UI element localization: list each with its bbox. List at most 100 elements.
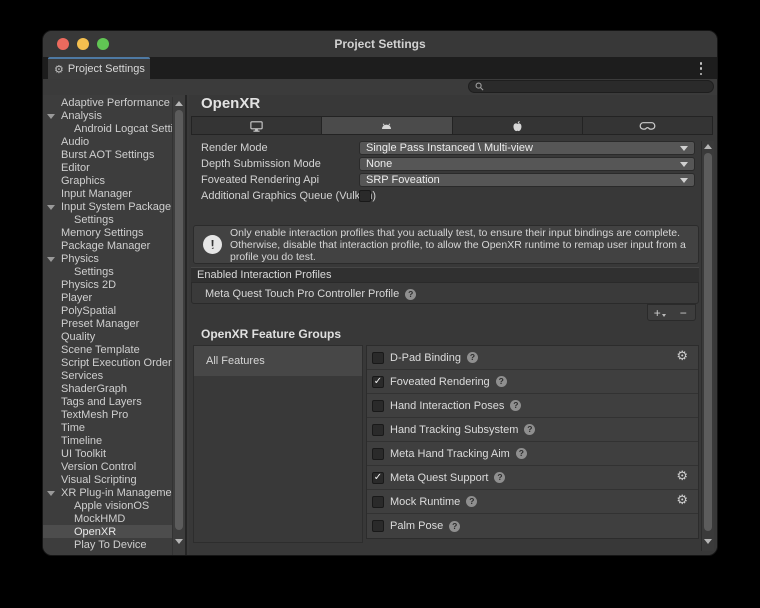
feature-settings-gear-icon[interactable]: ⚙ (676, 494, 688, 507)
foldout-triangle-icon[interactable] (47, 257, 55, 262)
foveated-rendering-api-dropdown[interactable]: SRP Foveation (359, 173, 695, 187)
sidebar-item[interactable]: MockHMD (43, 512, 172, 525)
features-list: D-Pad Binding ? ⚙ ✓ Foveated Rendering ?… (366, 345, 699, 539)
search-icon (475, 82, 484, 91)
dropdown-caret-icon (680, 146, 688, 151)
feature-label: Meta Quest Support (390, 472, 488, 484)
sidebar-item[interactable]: Editor (43, 161, 172, 174)
search-input[interactable] (488, 81, 707, 92)
kebab-menu-icon[interactable] (697, 62, 705, 75)
sidebar-item[interactable]: Audio (43, 135, 172, 148)
sidebar-item[interactable]: ShaderGraph (43, 382, 172, 395)
tab-platform-pc[interactable] (192, 117, 322, 134)
remove-profile-button[interactable]: − (672, 305, 696, 320)
sidebar-item[interactable]: Version Control (43, 460, 172, 473)
sidebar-item[interactable]: Android Logcat Settings (43, 122, 172, 135)
foldout-triangle-icon[interactable] (47, 491, 55, 496)
sidebar-item[interactable]: Input Manager (43, 187, 172, 200)
tab-project-settings[interactable]: ⚙ Project Settings (48, 57, 150, 79)
openxr-settings-panel: OpenXR (189, 95, 718, 556)
feature-checkbox[interactable] (372, 448, 384, 460)
sidebar-item-label: Script Execution Order (43, 357, 172, 369)
add-profile-button[interactable]: + (648, 305, 672, 320)
sidebar-item[interactable]: Player (43, 291, 172, 304)
foldout-triangle-icon[interactable] (47, 205, 55, 210)
feature-settings-gear-icon[interactable]: ⚙ (676, 470, 688, 483)
help-icon[interactable]: ? (467, 352, 478, 363)
feature-checkbox[interactable]: ✓ (372, 472, 384, 484)
feature-settings-gear-icon[interactable]: ⚙ (676, 350, 688, 363)
sidebar-item[interactable]: Physics 2D (43, 278, 172, 291)
panel-scroll-thumb[interactable] (704, 153, 712, 531)
sidebar-item[interactable]: Tags and Layers (43, 395, 172, 408)
sidebar-item[interactable]: Adaptive Performance (43, 96, 172, 109)
sidebar-item[interactable]: Quality (43, 330, 172, 343)
sidebar-item[interactable]: Input System Package (43, 200, 172, 213)
scroll-up-icon[interactable] (175, 101, 183, 106)
sidebar-item[interactable]: XR Plug-in Management (43, 486, 172, 499)
feature-label: Mock Runtime (390, 496, 460, 508)
sidebar-item[interactable]: Timeline (43, 434, 172, 447)
feature-checkbox[interactable]: ✓ (372, 376, 384, 388)
help-icon[interactable]: ? (516, 448, 527, 459)
sidebar-item-label: Input Manager (43, 188, 132, 200)
sidebar-item[interactable]: Settings (43, 265, 172, 278)
scroll-down-icon[interactable] (175, 539, 183, 544)
interaction-profile-row[interactable]: Meta Quest Touch Pro Controller Profile … (192, 283, 698, 305)
sidebar-item[interactable]: Visual Scripting (43, 473, 172, 486)
help-icon[interactable]: ? (466, 496, 477, 507)
render-mode-dropdown[interactable]: Single Pass Instanced \ Multi-view (359, 141, 695, 155)
group-label: All Features (206, 355, 265, 367)
sidebar-item[interactable]: Graphics (43, 174, 172, 187)
scroll-down-icon[interactable] (704, 539, 712, 544)
depth-submission-dropdown[interactable]: None (359, 157, 695, 171)
help-icon[interactable]: ? (510, 400, 521, 411)
search-field[interactable] (468, 80, 714, 93)
sidebar-item-label: Android Logcat Settings (43, 123, 172, 135)
help-icon[interactable]: ? (494, 472, 505, 483)
sidebar-item-label: Play To Device (43, 539, 147, 551)
help-icon[interactable]: ? (496, 376, 507, 387)
tab-platform-apple[interactable] (453, 117, 583, 134)
additional-graphics-queue-checkbox[interactable] (359, 190, 371, 202)
sidebar-item[interactable]: Time (43, 421, 172, 434)
foldout-triangle-icon[interactable] (47, 114, 55, 119)
sidebar-item[interactable]: OpenXR (43, 525, 172, 538)
sidebar-item-label: OpenXR (43, 526, 116, 538)
feature-checkbox[interactable] (372, 352, 384, 364)
tab-platform-android[interactable] (322, 117, 452, 134)
scroll-up-icon[interactable] (704, 144, 712, 149)
monitor-icon (249, 119, 264, 133)
sidebar-item[interactable]: PolySpatial (43, 304, 172, 317)
sidebar-item[interactable]: Burst AOT Settings (43, 148, 172, 161)
sidebar-item-label: Settings (43, 266, 114, 278)
sidebar-item[interactable]: Physics (43, 252, 172, 265)
feature-checkbox[interactable] (372, 496, 384, 508)
sidebar-item[interactable]: UI Toolkit (43, 447, 172, 460)
sidebar-item[interactable]: Apple visionOS (43, 499, 172, 512)
feature-checkbox[interactable] (372, 424, 384, 436)
help-icon[interactable]: ? (524, 424, 535, 435)
sidebar-item[interactable]: TextMesh Pro (43, 408, 172, 421)
sidebar-item[interactable]: Settings (43, 213, 172, 226)
sidebar-scroll-thumb[interactable] (175, 110, 183, 530)
title-bar[interactable]: Project Settings (43, 31, 717, 57)
section-header-interaction-profiles[interactable]: Enabled Interaction Profiles (191, 267, 699, 282)
help-icon[interactable]: ? (405, 289, 416, 300)
feature-checkbox[interactable] (372, 520, 384, 532)
settings-toolbar (43, 79, 717, 95)
sidebar-item[interactable]: Analysis (43, 109, 172, 122)
panel-scrollbar[interactable] (701, 141, 714, 551)
sidebar-scrollbar[interactable] (172, 97, 185, 555)
help-icon[interactable]: ? (449, 521, 460, 532)
tab-platform-vr[interactable] (583, 117, 712, 134)
sidebar-item[interactable]: Package Manager (43, 239, 172, 252)
sidebar-item[interactable]: Play To Device (43, 538, 172, 551)
sidebar-item[interactable]: Scene Template (43, 343, 172, 356)
feature-checkbox[interactable] (372, 400, 384, 412)
sidebar-item[interactable]: Memory Settings (43, 226, 172, 239)
sidebar-item[interactable]: Preset Manager (43, 317, 172, 330)
sidebar-item[interactable]: Services (43, 369, 172, 382)
sidebar-item[interactable]: Script Execution Order (43, 356, 172, 369)
feature-group-item[interactable]: All Features (194, 346, 362, 376)
